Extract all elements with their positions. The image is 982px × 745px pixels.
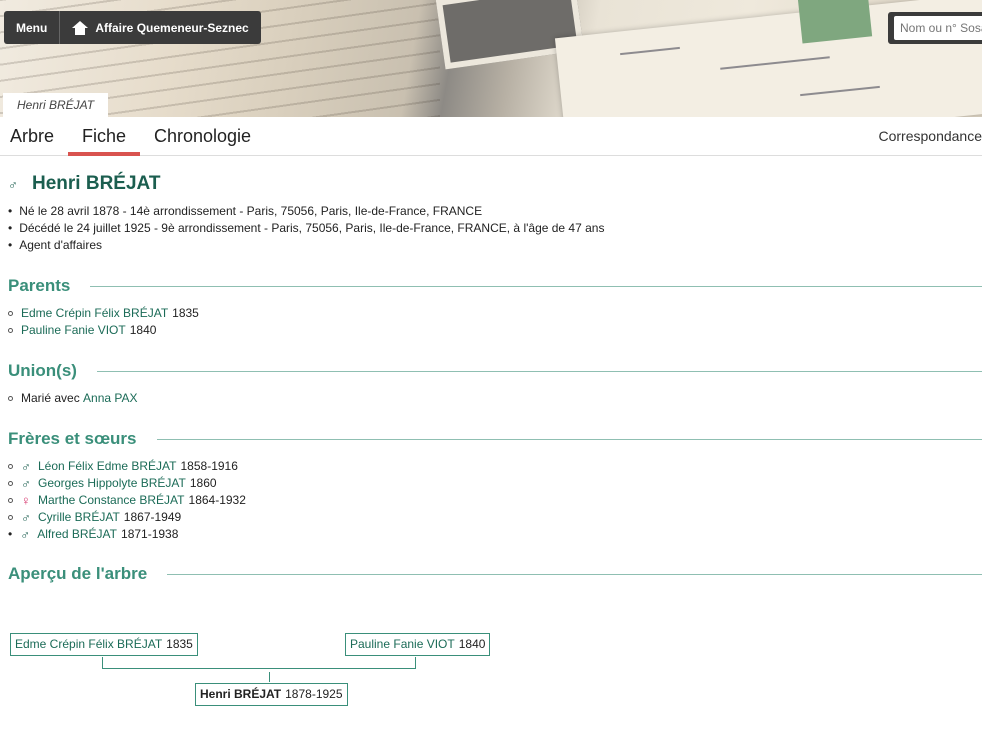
spouse-link[interactable]: Anna PAX [83,390,137,407]
list-item: • ♂ Alfred BRÉJAT 1871-1938 [8,526,179,543]
tree-connector [102,668,416,669]
tree-mother-link[interactable]: Pauline Fanie VIOT [350,637,455,651]
home-icon [72,20,89,35]
birth-fact: Né le 28 avril 1878 - 14è arrondissement… [8,203,604,220]
male-icon: ♂ [20,527,30,542]
tree-self-name: Henri BRÉJAT [200,687,282,701]
sibling-link[interactable]: Léon Félix Edme BRÉJAT [38,458,177,475]
section-unions: Union(s) Marié avec Anna PAX [8,361,982,407]
male-icon: ♂ [21,476,31,491]
list-item: Edme Crépin Félix BRÉJAT 1835 [8,305,982,322]
section-siblings: Frères et sœurs ♂ Léon Félix Edme BRÉJAT 1… [8,429,982,543]
sibling-link[interactable]: Marthe Constance BRÉJAT [38,492,185,509]
tab-arbre[interactable]: Arbre [0,117,64,156]
site-title: Affaire Quemeneur-Seznec [95,20,249,35]
male-icon: ♂ [21,510,31,525]
list-item: Pauline Fanie VIOT 1840 [8,322,982,339]
section-title: Aperçu de l'arbre [8,564,982,584]
person-name: Henri BRÉJAT [32,173,161,194]
male-icon: ♂ [21,459,31,474]
parent-link[interactable]: Pauline Fanie VIOT [21,322,126,339]
tab-chronologie[interactable]: Chronologie [144,117,261,156]
section-parents: Parents Edme Crépin Félix BRÉJAT 1835 Pau… [8,276,982,339]
list-item: ♂ Léon Félix Edme BRÉJAT 1858-1916 [8,458,982,475]
menu-label: Menu [16,20,48,35]
sibling-link[interactable]: Georges Hippolyte BRÉJAT [38,475,186,492]
person-facts: Né le 28 avril 1878 - 14è arrondissement… [8,203,604,254]
tab-bar: Arbre Fiche Chronologie Correspondance [0,117,982,156]
tab-correspondance[interactable]: Correspondance [878,117,982,156]
top-nav-bar: Menu Affaire Quemeneur-Seznec [4,11,261,44]
list-item: ♂ Cyrille BRÉJAT 1867-1949 [8,509,982,526]
breadcrumb: Henri BRÉJAT [3,93,109,117]
death-fact: Décédé le 24 juillet 1925 - 9è arrondiss… [8,220,604,237]
section-title: Frères et sœurs [8,429,982,449]
list-item: Marié avec Anna PAX [8,390,982,407]
sibling-link[interactable]: Cyrille BRÉJAT [38,509,120,526]
header-banner: Menu Affaire Quemeneur-Seznec Henri BRÉJ… [0,0,982,117]
parent-link[interactable]: Edme Crépin Félix BRÉJAT [21,305,168,322]
tree-father-link[interactable]: Edme Crépin Félix BRÉJAT [15,637,162,651]
sibling-link[interactable]: Alfred BRÉJAT [37,526,117,543]
section-tree-preview: Aperçu de l'arbre [8,564,982,584]
page-title: ♂ Henri BRÉJAT [8,173,160,195]
menu-button[interactable]: Menu [4,11,61,44]
search-box [888,12,982,44]
tree-connector [102,657,103,668]
tree-mother-box[interactable]: Pauline Fanie VIOT 1840 [345,633,491,656]
tree-connector [269,672,270,682]
list-item: ♂ Georges Hippolyte BRÉJAT 1860 [8,475,982,492]
section-title: Parents [8,276,982,296]
tree-connector [415,657,416,668]
tab-fiche[interactable]: Fiche [68,117,140,156]
home-link[interactable]: Affaire Quemeneur-Seznec [60,11,260,44]
search-input[interactable] [894,16,982,40]
tree-self-box: Henri BRÉJAT 1878-1925 [195,683,348,706]
occupation-fact: Agent d'affaires [8,237,604,254]
female-icon: ♀ [21,493,31,508]
banner-stamp [797,0,873,44]
list-item: ♀ Marthe Constance BRÉJAT 1864-1932 [8,492,982,509]
section-title: Union(s) [8,361,982,381]
tree-father-box[interactable]: Edme Crépin Félix BRÉJAT 1835 [10,633,198,656]
male-icon: ♂ [8,176,18,192]
